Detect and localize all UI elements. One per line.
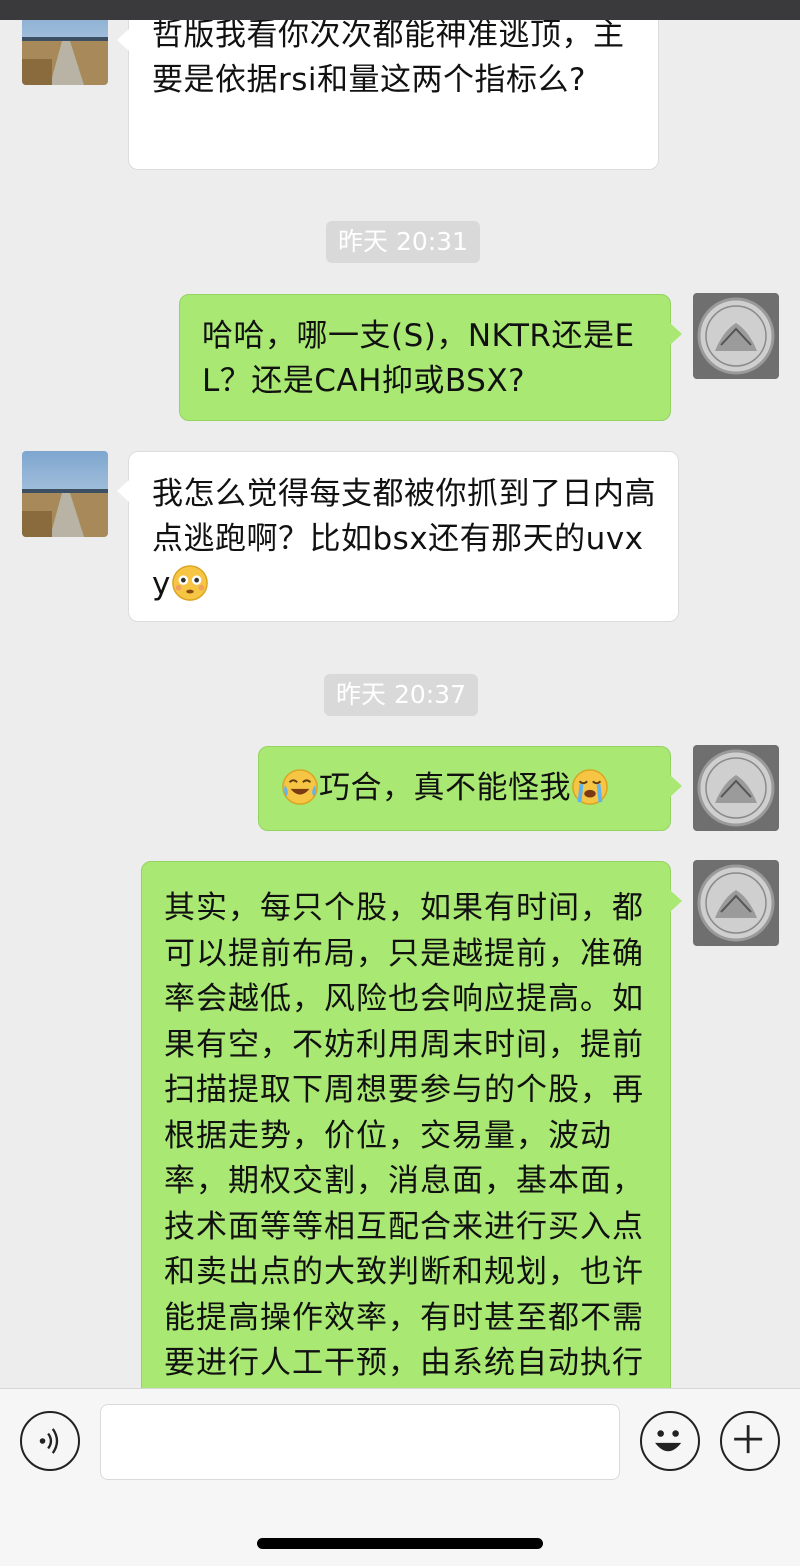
- chat-area[interactable]: 哲版我看你次次都能神准逃顶，主要是依据rsi和量这两个指标么? 昨天 20:31…: [0, 20, 800, 1388]
- message-text: 我怎么觉得每支都被你抓到了日内高点逃跑啊？比如bsx还有那天的uvxy: [152, 472, 656, 607]
- message-text: 巧合，真不能怪我: [281, 766, 650, 811]
- add-button[interactable]: [720, 1411, 780, 1471]
- flushed-face-icon: [171, 564, 209, 602]
- emoji-button[interactable]: [640, 1411, 700, 1471]
- message-text: 哈哈，哪一支(S)，NKTR还是EL？还是CAH抑或BSX?: [202, 318, 635, 399]
- message-bubble-sent[interactable]: 哈哈，哪一支(S)，NKTR还是EL？还是CAH抑或BSX?: [179, 294, 682, 421]
- plus-icon: [734, 1425, 763, 1454]
- tears-of-joy-icon: [281, 768, 319, 806]
- contact-avatar[interactable]: [22, 20, 108, 85]
- status-bar: [0, 0, 800, 20]
- bubble-tail: [117, 29, 129, 51]
- timestamp-badge: 昨天 20:31: [326, 221, 480, 263]
- emoji-icon: [655, 1430, 682, 1452]
- bubble-tail: [117, 480, 129, 502]
- message-text: 其实，每只个股，如果有时间，都可以提前布局，只是越提前，准确率会越低，风险也会响…: [164, 890, 644, 1381]
- bubble-tail: [670, 323, 682, 345]
- my-avatar[interactable]: [693, 860, 779, 946]
- message-text-content: 巧合，真不能怪我: [319, 770, 571, 806]
- contact-avatar[interactable]: [22, 451, 108, 537]
- voice-input-button[interactable]: [20, 1411, 80, 1471]
- loudly-crying-icon: [571, 768, 609, 806]
- bubble-tail: [670, 890, 682, 912]
- voice-icon: [39, 1428, 59, 1454]
- message-bubble-sent[interactable]: 其实，每只个股，如果有时间，都可以提前布局，只是越提前，准确率会越低，风险也会响…: [141, 861, 682, 1388]
- message-bubble-sent[interactable]: 巧合，真不能怪我: [258, 746, 682, 831]
- my-avatar[interactable]: [693, 293, 779, 379]
- message-input[interactable]: [100, 1404, 620, 1480]
- message-bubble-received[interactable]: 哲版我看你次次都能神准逃顶，主要是依据rsi和量这两个指标么?: [117, 20, 659, 170]
- my-avatar[interactable]: [693, 745, 779, 831]
- message-bubble-received[interactable]: 我怎么觉得每支都被你抓到了日内高点逃跑啊？比如bsx还有那天的uvxy: [117, 451, 679, 622]
- timestamp-badge: 昨天 20:37: [324, 674, 478, 716]
- message-text: 哲版我看你次次都能神准逃顶，主要是依据rsi和量这两个指标么?: [152, 20, 625, 98]
- home-indicator[interactable]: [257, 1538, 543, 1549]
- message-text-content: 我怎么觉得每支都被你抓到了日内高点逃跑啊？比如bsx还有那天的uvxy: [152, 476, 656, 602]
- bubble-tail: [670, 775, 682, 797]
